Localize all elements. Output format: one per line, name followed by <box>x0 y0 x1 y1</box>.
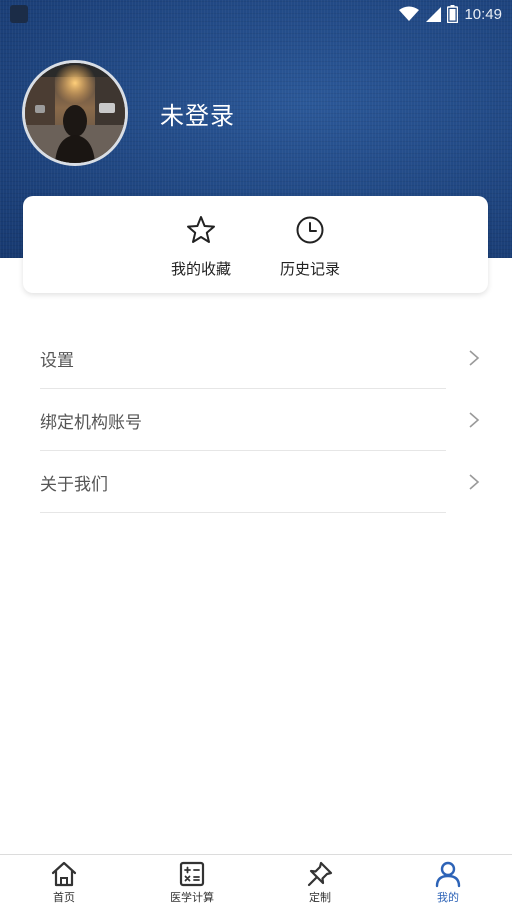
pin-icon <box>307 861 333 887</box>
star-icon <box>187 216 215 243</box>
app-icon <box>10 5 28 23</box>
status-indicators: 10:49 <box>399 3 502 25</box>
quick-actions-card: 我的收藏 历史记录 <box>23 196 488 293</box>
menu-item-label: 关于我们 <box>40 474 108 495</box>
history-label: 历史记录 <box>279 260 340 278</box>
nav-home-label: 首页 <box>53 891 75 904</box>
divider <box>40 512 446 513</box>
history-button[interactable]: 历史记录 <box>265 214 355 279</box>
status-bar: 10:49 <box>0 0 512 28</box>
nav-custom-label: 定制 <box>309 891 331 904</box>
chevron-right-icon <box>469 474 480 490</box>
chevron-right-icon <box>469 412 480 428</box>
menu-item-settings[interactable]: 设置 <box>40 327 486 389</box>
menu-item-label: 绑定机构账号 <box>40 412 142 433</box>
nav-medical-calc[interactable]: 医学计算 <box>152 860 232 905</box>
home-icon <box>51 861 77 887</box>
battery-icon <box>447 5 459 23</box>
signal-icon <box>426 7 442 22</box>
favorites-button[interactable]: 我的收藏 <box>156 214 246 279</box>
nav-mine[interactable]: 我的 <box>408 860 488 905</box>
settings-menu: 设置 绑定机构账号 关于我们 <box>40 327 486 513</box>
calculator-icon <box>179 861 205 887</box>
bottom-nav: 首页 医学计算 定制 我的 <box>0 854 512 908</box>
menu-item-label: 设置 <box>40 350 74 371</box>
nav-custom[interactable]: 定制 <box>280 860 360 905</box>
status-time: 10:49 <box>464 5 502 23</box>
avatar-photo <box>25 63 125 163</box>
menu-item-bind-account[interactable]: 绑定机构账号 <box>40 389 486 451</box>
nav-mine-label: 我的 <box>437 891 459 904</box>
nav-home[interactable]: 首页 <box>24 860 104 905</box>
menu-item-about-us[interactable]: 关于我们 <box>40 451 486 513</box>
login-status-name[interactable]: 未登录 <box>160 96 235 131</box>
chevron-right-icon <box>469 350 480 366</box>
clock-icon <box>296 216 324 244</box>
avatar[interactable] <box>22 60 128 166</box>
nav-medical-calc-label: 医学计算 <box>170 891 214 904</box>
wifi-icon <box>399 6 420 21</box>
person-icon <box>435 861 461 888</box>
favorites-label: 我的收藏 <box>170 260 231 278</box>
